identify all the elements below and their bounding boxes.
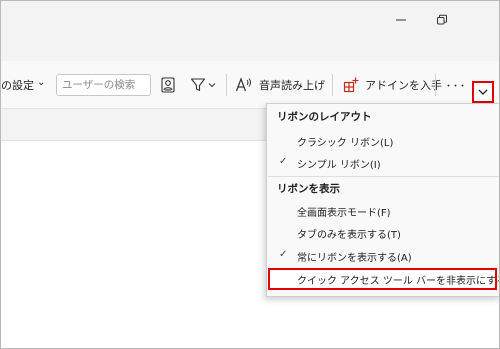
ribbon-toolbar: の設定 ⌄ ユーザーの検索 音声読み上げ アドインを入手 ・・・ bbox=[1, 61, 499, 109]
ribbon-divider bbox=[435, 74, 436, 96]
check-icon: ✓ bbox=[279, 156, 288, 167]
more-icon: ・・・ bbox=[444, 81, 467, 92]
read-aloud-button[interactable]: 音声読み上げ bbox=[235, 73, 325, 97]
fullscreen-mode-option[interactable]: 全画面表示モード(F) bbox=[267, 200, 499, 222]
ribbon-display-options-button[interactable] bbox=[472, 81, 494, 103]
hide-quick-access-toolbar-label: クイック アクセス ツール バーを非表示にする (H) bbox=[297, 275, 500, 287]
tabs-only-label: タブのみを表示する(T) bbox=[297, 229, 401, 241]
fullscreen-mode-label: 全画面表示モード(F) bbox=[297, 207, 391, 219]
minimize-icon bbox=[396, 19, 406, 21]
ribbon-options-menu: リボンのレイアウト クラシック リボン(L) ✓ シンプル リボン(I) リボン… bbox=[266, 103, 500, 297]
classic-ribbon-option[interactable]: クラシック リボン(L) bbox=[267, 130, 499, 152]
ribbon-divider bbox=[332, 74, 333, 96]
user-search-box bbox=[56, 74, 151, 96]
contact-card-icon bbox=[161, 77, 175, 93]
always-show-ribbon-option[interactable]: ✓ 常にリボンを表示する(A) bbox=[267, 245, 499, 267]
get-addins-button[interactable]: アドインを入手 bbox=[343, 73, 442, 97]
get-addins-label: アドインを入手 bbox=[365, 79, 442, 92]
ribbon-layout-header: リボンのレイアウト bbox=[277, 110, 372, 123]
chevron-down-icon: ⌄ bbox=[37, 76, 46, 88]
settings-dropdown[interactable]: の設定 ⌄ bbox=[1, 73, 45, 97]
title-bar bbox=[1, 1, 499, 61]
classic-ribbon-label: クラシック リボン(L) bbox=[297, 137, 394, 149]
restore-icon bbox=[437, 14, 447, 25]
hide-quick-access-toolbar-option[interactable]: クイック アクセス ツール バーを非表示にする (H) bbox=[268, 268, 500, 290]
restore-button[interactable] bbox=[427, 7, 457, 33]
search-input[interactable] bbox=[62, 79, 148, 91]
always-show-ribbon-label: 常にリボンを表示する(A) bbox=[297, 252, 412, 264]
addins-icon bbox=[343, 77, 359, 93]
show-ribbon-header: リボンを表示 bbox=[277, 182, 340, 195]
simple-ribbon-label: シンプル リボン(I) bbox=[297, 159, 381, 171]
minimize-button[interactable] bbox=[386, 7, 416, 33]
more-options-button[interactable]: ・・・ bbox=[444, 73, 467, 97]
app-window: の設定 ⌄ ユーザーの検索 音声読み上げ アドインを入手 ・・・ リボンのレイア… bbox=[0, 0, 500, 349]
filter-button[interactable] bbox=[190, 73, 216, 97]
chevron-down-icon bbox=[208, 83, 216, 88]
tabs-only-option[interactable]: タブのみを表示する(T) bbox=[267, 222, 499, 244]
simple-ribbon-option[interactable]: ✓ シンプル リボン(I) bbox=[267, 152, 499, 174]
check-icon: ✓ bbox=[279, 249, 288, 260]
read-aloud-label: 音声読み上げ bbox=[259, 79, 325, 92]
chevron-down-icon bbox=[478, 89, 488, 95]
read-aloud-icon bbox=[235, 77, 251, 92]
settings-label: の設定 bbox=[1, 79, 34, 92]
filter-icon bbox=[190, 78, 206, 92]
contact-card-button[interactable] bbox=[161, 73, 175, 97]
ribbon-divider bbox=[226, 74, 227, 96]
